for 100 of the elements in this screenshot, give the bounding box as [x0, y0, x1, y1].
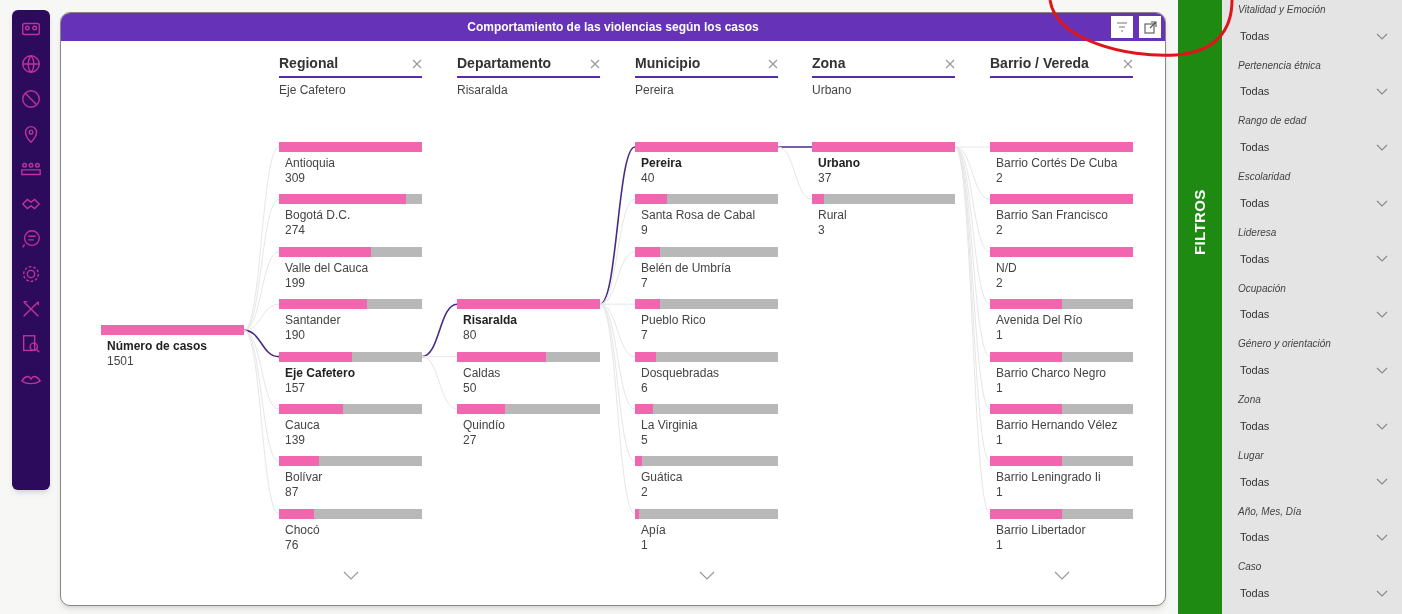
node-value: 190 [284, 328, 307, 344]
close-icon[interactable] [412, 58, 422, 69]
tree-node[interactable]: Quindío 27 [457, 404, 600, 448]
tree-node[interactable]: Número de casos 1501 [101, 325, 244, 370]
dropdown-value: Todas [1240, 84, 1270, 100]
dropdown-value: Todas [1240, 474, 1270, 490]
tree-node[interactable]: Barrio Libertador 1 [990, 508, 1133, 553]
tree-node[interactable]: Santander 190 [279, 299, 422, 344]
node-label: Dosquebradas [640, 365, 721, 381]
filter-dropdown[interactable]: Todas [1238, 578, 1392, 609]
close-icon[interactable] [945, 58, 955, 69]
node-label: Urbano [817, 156, 861, 171]
node-value: 1501 [106, 354, 135, 370]
tree-node[interactable]: Risaralda 80 [457, 299, 600, 344]
prohibited-icon[interactable] [20, 88, 42, 110]
level-title: Departamento [457, 54, 552, 73]
tree-node[interactable]: Guática 2 [635, 456, 778, 501]
chevron-down-icon[interactable] [1053, 571, 1070, 580]
node-value: 3 [817, 223, 826, 239]
tree-node[interactable]: Chocó 76 [279, 508, 422, 553]
node-label: Barrio Hernando Vélez [995, 418, 1119, 433]
node-value: 6 [640, 380, 649, 396]
level-header[interactable]: Departamento [457, 53, 600, 78]
focus-mode-button[interactable] [1139, 16, 1161, 38]
level-selection: Pereira [635, 82, 674, 99]
node-value: 87 [284, 485, 300, 501]
node-label: Pereira [640, 156, 683, 171]
filter-dropdown[interactable]: Todas [1238, 243, 1392, 274]
filter-label: Rango de edad [1238, 114, 1308, 129]
filter-dropdown[interactable]: Todas [1238, 411, 1392, 442]
tree-node[interactable]: Barrio Leningrado Ii 1 [990, 456, 1133, 501]
node-value: 1 [995, 485, 1004, 501]
close-icon[interactable] [768, 58, 778, 69]
node-label: Avenida Del Río [995, 313, 1084, 329]
globe-icon[interactable] [20, 53, 42, 75]
document-search-icon[interactable] [20, 333, 42, 355]
node-label: Barrio Charco Negro [995, 365, 1108, 381]
node-label: N/D [995, 260, 1018, 276]
filter-button[interactable] [1111, 16, 1133, 38]
level-header[interactable]: Zona [812, 53, 955, 78]
level-header[interactable]: Municipio [635, 53, 778, 78]
tree-node[interactable]: Eje Cafetero 157 [279, 351, 422, 396]
tree-node[interactable]: Dosquebradas 6 [635, 351, 778, 396]
dropdown-value: Todas [1240, 140, 1270, 156]
node-label: Eje Cafetero [284, 365, 357, 381]
close-icon[interactable] [590, 58, 600, 69]
filter-dropdown[interactable]: Todas [1238, 522, 1392, 553]
chevron-down-icon[interactable] [698, 571, 715, 580]
level-title: Zona [812, 54, 846, 73]
tree-node[interactable]: Urbano 37 [812, 142, 955, 186]
tree-node[interactable]: Barrio Charco Negro 1 [990, 351, 1133, 396]
tree-node[interactable]: La Virginia 5 [635, 404, 778, 448]
chevron-down-icon[interactable] [342, 571, 359, 580]
tree-node[interactable]: Barrio San Francisco 2 [990, 194, 1133, 239]
node-label: Barrio Libertador [995, 522, 1087, 538]
gear-icon[interactable] [20, 263, 42, 285]
close-icon[interactable] [1123, 58, 1133, 69]
filter-dropdown[interactable]: Todas [1238, 299, 1392, 330]
filters-tab[interactable]: FILTROS [1178, 0, 1222, 614]
tree-node[interactable]: Apía 1 [635, 508, 778, 553]
level-header[interactable]: Barrio / Vereda [990, 53, 1133, 78]
tree-node[interactable]: Caldas 50 [457, 351, 600, 396]
level-title: Municipio [635, 54, 701, 73]
chevron-down-icon [1376, 422, 1388, 430]
filter-label: Escolaridad [1238, 170, 1292, 185]
filter-dropdown[interactable]: Todas [1238, 466, 1392, 497]
filter-dropdown[interactable]: Todas [1238, 132, 1392, 163]
tree-node[interactable]: Barrio Cortés De Cuba 2 [990, 142, 1133, 186]
level-header[interactable]: Regional [279, 53, 422, 78]
node-value: 7 [640, 328, 649, 344]
tree-node[interactable]: Barrio Hernando Vélez 1 [990, 404, 1133, 448]
filter-label: Ocupación [1238, 281, 1287, 296]
filter-dropdown[interactable]: Todas [1238, 188, 1392, 219]
node-value: 157 [284, 380, 307, 396]
tree-node[interactable]: Rural 3 [812, 194, 955, 239]
node-label: Guática [640, 470, 684, 486]
node-label: Belén de Umbría [640, 260, 733, 276]
filter-label: Año, Mes, Día [1238, 504, 1303, 519]
level-title: Barrio / Vereda [990, 54, 1089, 73]
level-selection: Urbano [812, 82, 852, 99]
node-value: 40 [640, 171, 656, 186]
filter-dropdown[interactable]: Todas [1238, 76, 1392, 107]
filter-dropdown[interactable]: Todas [1238, 21, 1392, 51]
tree-node[interactable]: Valle del Cauca 199 [279, 246, 422, 291]
filter-dropdown[interactable]: Todas [1238, 355, 1392, 386]
node-label: Barrio San Francisco [995, 208, 1110, 224]
tree-node[interactable]: N/D 2 [990, 246, 1133, 291]
tree-node[interactable]: Bogotá D.C. 274 [279, 194, 422, 239]
node-value: 76 [284, 537, 300, 553]
tree-node[interactable]: Bolívar 87 [279, 456, 422, 501]
tree-node[interactable]: Pereira 40 [635, 142, 778, 186]
tree-node[interactable]: Belén de Umbría 7 [635, 246, 778, 291]
tree-node[interactable]: Santa Rosa de Cabal 9 [635, 194, 778, 239]
tree-node[interactable]: Antioquia 309 [279, 142, 422, 186]
node-label: Bolívar [284, 470, 324, 486]
chat-icon[interactable] [20, 228, 42, 250]
tree-node[interactable]: Pueblo Rico 7 [635, 299, 778, 344]
tree-node[interactable]: Avenida Del Río 1 [990, 299, 1133, 344]
filters-tab-label: FILTROS [1189, 189, 1209, 255]
tree-node[interactable]: Cauca 139 [279, 404, 422, 448]
